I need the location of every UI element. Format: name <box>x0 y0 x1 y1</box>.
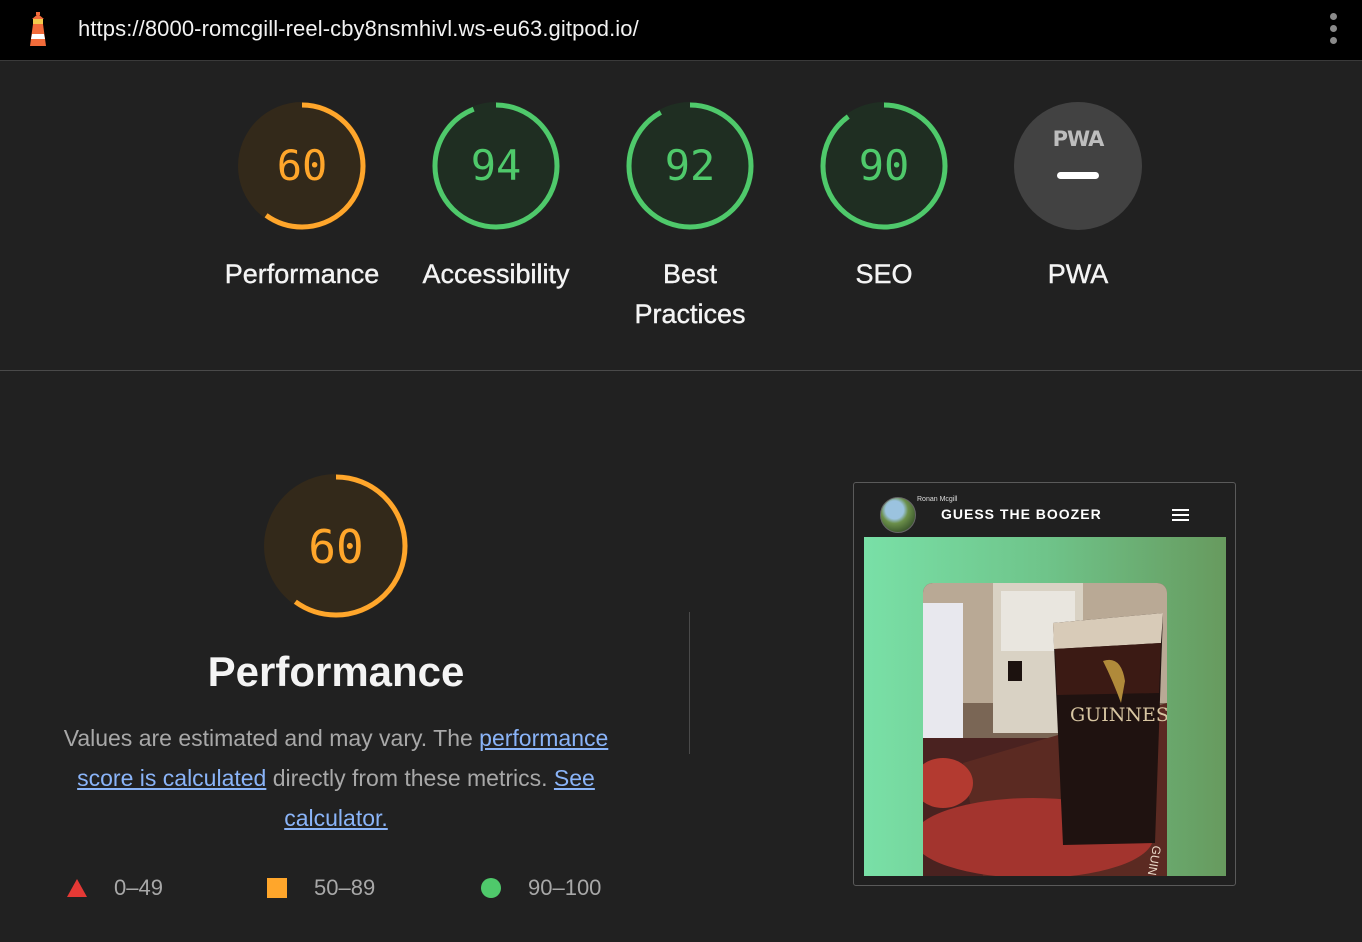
desc-text-2: directly from these metrics. <box>266 765 554 791</box>
score-value: 60 <box>308 520 363 574</box>
gauge-label: PWA <box>1047 259 1109 289</box>
gauge-performance[interactable]: 60 Performance <box>202 100 402 294</box>
gauge-label: SEO <box>855 259 913 289</box>
gauge-seo[interactable]: 90 SEO <box>784 100 984 294</box>
kebab-menu-icon[interactable] <box>1326 13 1340 47</box>
pwa-badge: PWA <box>1014 102 1142 230</box>
circle-icon <box>481 878 501 898</box>
hero-background: GUINNESS GUIN <box>864 537 1226 876</box>
gauge-accessibility[interactable]: 94 Accessibility <box>396 100 596 294</box>
performance-gauge-large: 60 <box>186 472 486 625</box>
vertical-divider <box>689 612 690 754</box>
score-value: 60 <box>277 141 328 190</box>
triangle-icon <box>67 879 87 897</box>
final-screenshot[interactable]: Ronan Mcgill GUESS THE BOOZER GUINNESS <box>853 482 1236 886</box>
gauge-ring: 60 <box>238 102 366 230</box>
performance-description: Values are estimated and may vary. The p… <box>36 718 636 838</box>
page-url[interactable]: https://8000-romcgill-reel-cby8nsmhivl.w… <box>78 16 639 42</box>
gauge-ring: 92 <box>626 102 754 230</box>
legend-fail: 0–49 <box>66 868 163 908</box>
gauge-label: Performance <box>224 259 380 289</box>
legend-label: 90–100 <box>528 875 602 900</box>
legend-label: 50–89 <box>314 875 376 900</box>
score-gauges: 60 Performance 94 Accessibility 92 Best … <box>0 60 1362 370</box>
gauge-pwa[interactable]: PWA PWA <box>978 100 1178 294</box>
score-value: 92 <box>665 141 716 190</box>
legend-pass: 90–100 <box>480 868 601 908</box>
pint-photo: GUINNESS GUIN <box>923 583 1167 876</box>
app-title: GUESS THE BOOZER <box>941 506 1102 522</box>
gauge-ring: 94 <box>432 102 560 230</box>
gauge-label-line1: Best <box>662 259 718 289</box>
top-bar: https://8000-romcgill-reel-cby8nsmhivl.w… <box>0 0 1362 61</box>
gauge-label: Accessibility <box>422 259 570 289</box>
photo-image: GUINNESS GUIN <box>923 583 1167 876</box>
brand-text: GUINNESS <box>1070 704 1167 726</box>
pwa-badge-text: PWA <box>1053 127 1106 151</box>
score-value: 94 <box>471 141 522 190</box>
app-header: Ronan Mcgill GUESS THE BOOZER <box>854 483 1235 535</box>
dash-icon <box>1057 172 1099 179</box>
lighthouse-icon <box>30 12 46 46</box>
square-icon <box>267 878 287 898</box>
desc-text-1: Values are estimated and may vary. The <box>63 725 480 751</box>
performance-title: Performance <box>207 648 465 695</box>
avatar <box>880 497 916 533</box>
gauge-ring: 90 <box>820 102 948 230</box>
section-divider <box>0 370 1362 371</box>
legend-average: 50–89 <box>266 868 375 908</box>
score-legend: 0–49 50–89 90–100 <box>0 868 700 908</box>
gauge-best-practices[interactable]: 92 Best Practices <box>590 100 790 334</box>
gauge-label-line2: Practices <box>634 299 746 329</box>
gauge-label: Best Practices <box>590 254 790 334</box>
hamburger-icon <box>1172 509 1189 524</box>
gauge-ring: 60 <box>264 474 408 618</box>
score-value: 90 <box>859 141 910 190</box>
legend-label: 0–49 <box>114 875 163 900</box>
author-name: Ronan Mcgill <box>917 496 958 503</box>
